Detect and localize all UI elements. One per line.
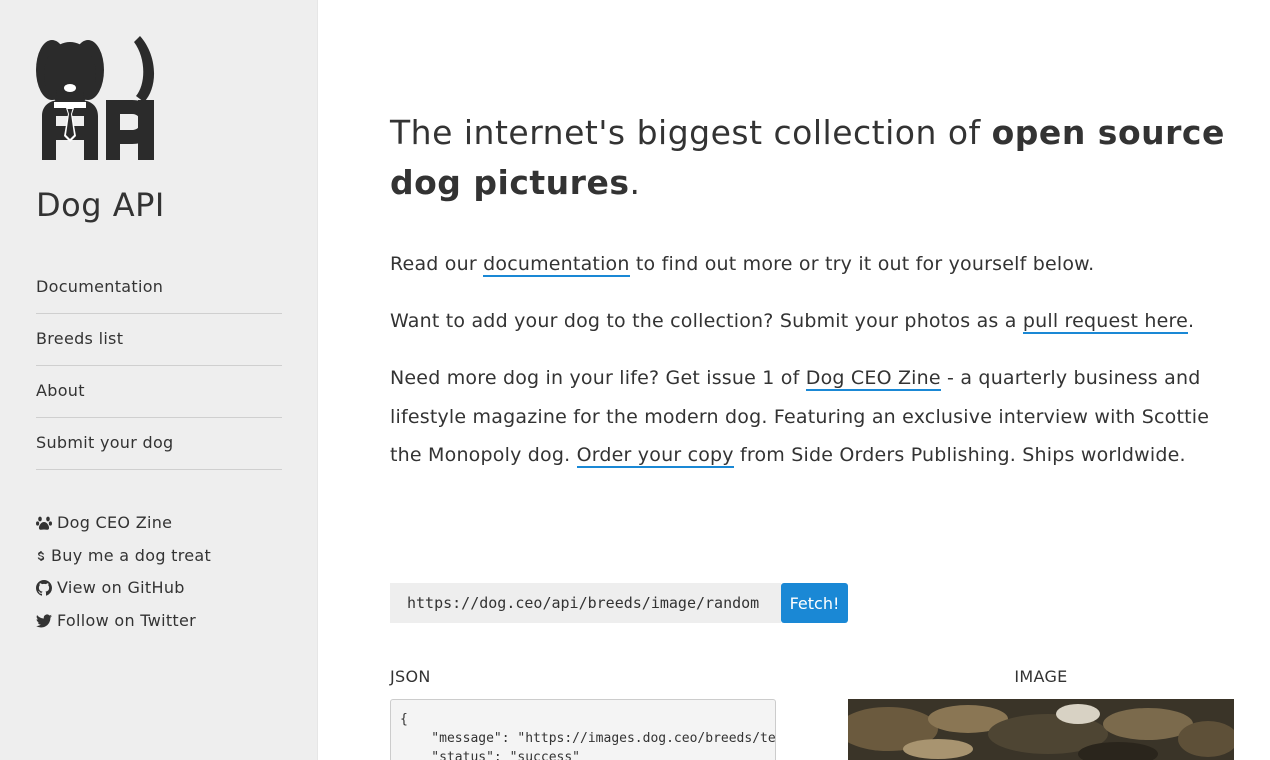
nav-link-documentation[interactable]: Documentation	[36, 262, 282, 313]
documentation-link[interactable]: documentation	[483, 253, 630, 277]
nav-link-about[interactable]: About	[36, 366, 282, 417]
social-item-zine: Dog CEO Zine	[36, 507, 211, 540]
sidebar-item-about: About	[36, 366, 282, 418]
github-link[interactable]: View on GitHub	[57, 575, 185, 601]
social-links: Dog CEO Zine Buy me a dog treat View on …	[36, 507, 211, 637]
main-content: The internet's biggest collection of ope…	[390, 0, 1235, 760]
headline-suffix: .	[629, 163, 641, 202]
github-icon	[36, 580, 52, 596]
twitter-icon	[36, 614, 52, 628]
dog-logo-icon	[36, 36, 155, 160]
nav-link-submit-your-dog[interactable]: Submit your dog	[36, 418, 282, 469]
social-item-treat: Buy me a dog treat	[36, 540, 211, 573]
intro-paragraph: Read our documentation to find out more …	[390, 245, 1235, 284]
para2-text-before: Want to add your dog to the collection? …	[390, 310, 1023, 332]
sidebar-nav: Documentation Breeds list About Submit y…	[36, 262, 282, 470]
social-item-twitter: Follow on Twitter	[36, 605, 211, 638]
headline-prefix: The internet's biggest collection of	[390, 113, 992, 152]
zine-paragraph: Need more dog in your life? Get issue 1 …	[390, 359, 1235, 475]
para1-text-after: to find out more or try it out for yours…	[629, 253, 1095, 275]
fetch-form: Fetch!	[390, 583, 848, 623]
pull-request-link[interactable]: pull request here	[1022, 310, 1189, 334]
image-label: IMAGE	[1014, 667, 1068, 686]
order-copy-link[interactable]: Order your copy	[576, 444, 734, 468]
para1-text-before: Read our	[390, 253, 484, 275]
social-item-github: View on GitHub	[36, 572, 211, 605]
sidebar: Dog API Documentation Breeds list About …	[0, 0, 318, 760]
para3-text-before: Need more dog in your life? Get issue 1 …	[390, 367, 806, 389]
para2-text-after: .	[1188, 310, 1195, 332]
submit-paragraph: Want to add your dog to the collection? …	[390, 302, 1235, 341]
sidebar-item-submit-your-dog: Submit your dog	[36, 418, 282, 470]
sidebar-item-documentation: Documentation	[36, 262, 282, 314]
dog-image	[848, 699, 1234, 760]
json-label: JSON	[390, 667, 431, 686]
dollar-icon	[37, 550, 45, 561]
para3-text-after: from Side Orders Publishing. Ships world…	[733, 444, 1186, 466]
zine-link[interactable]: Dog CEO Zine	[57, 510, 172, 536]
dog-treat-link[interactable]: Buy me a dog treat	[51, 543, 211, 569]
sidebar-item-breeds-list: Breeds list	[36, 314, 282, 366]
dog-photo-placeholder	[848, 699, 1234, 760]
fetch-button[interactable]: Fetch!	[781, 583, 848, 623]
endpoint-input[interactable]	[390, 583, 781, 623]
page-headline: The internet's biggest collection of ope…	[390, 108, 1235, 208]
site-title[interactable]: Dog API	[36, 186, 165, 224]
paw-icon	[36, 516, 52, 530]
twitter-link[interactable]: Follow on Twitter	[57, 608, 196, 634]
nav-link-breeds-list[interactable]: Breeds list	[36, 314, 282, 365]
dog-api-logo[interactable]	[36, 36, 156, 160]
dog-ceo-zine-link[interactable]: Dog CEO Zine	[805, 367, 941, 391]
json-response-box[interactable]: { "message": "https://images.dog.ceo/bre…	[390, 699, 776, 760]
